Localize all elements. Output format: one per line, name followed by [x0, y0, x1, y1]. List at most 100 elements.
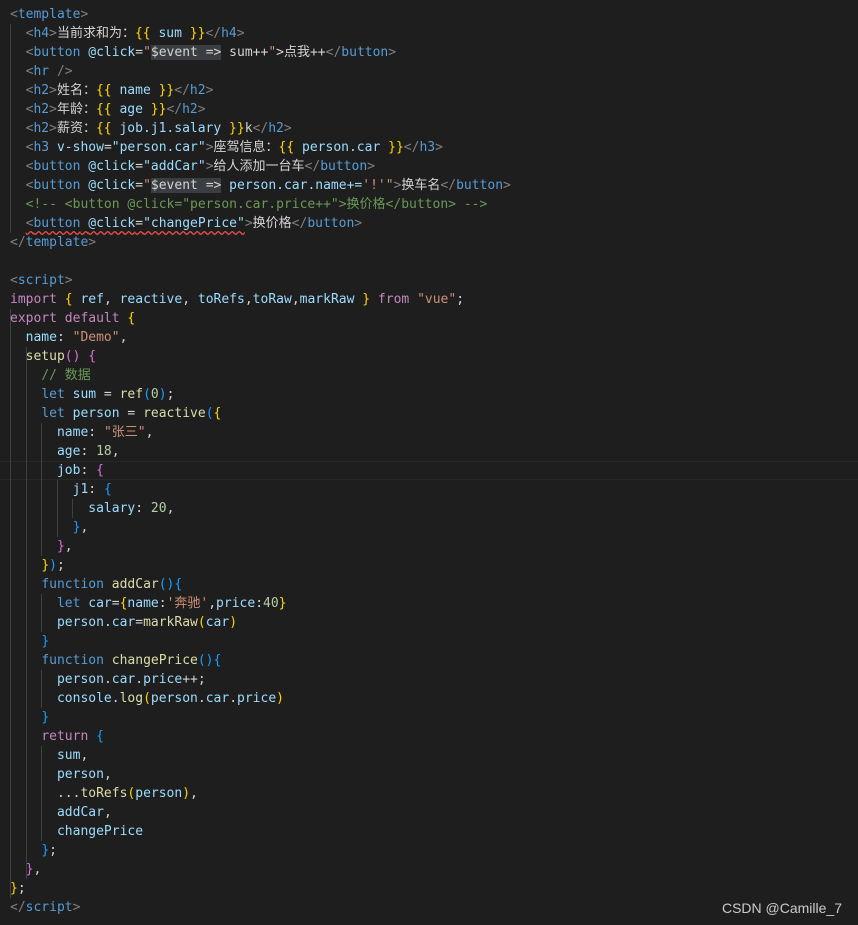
code-token: }}	[150, 83, 175, 98]
code-line[interactable]: job: {	[10, 461, 104, 480]
code-line[interactable]: let car={name:'奔驰',price:40}	[10, 594, 287, 613]
code-line[interactable]: },	[10, 518, 89, 537]
code-token: {{	[278, 140, 303, 155]
code-line[interactable]: addCar,	[10, 803, 112, 822]
code-token: button	[33, 159, 81, 174]
code-line[interactable]: <hr />	[10, 62, 73, 81]
code-line[interactable]: name: "Demo",	[10, 328, 128, 347]
code-token: >	[72, 900, 81, 915]
code-token: // 数据	[41, 368, 91, 383]
code-token: >	[205, 140, 214, 155]
code-line[interactable]: name: "张三",	[10, 423, 153, 442]
code-line[interactable]: <h3 v-show="person.car">座驾信息：{{ person.c…	[10, 138, 443, 157]
code-token: >	[283, 121, 292, 136]
code-token: 座驾信息：	[213, 140, 279, 155]
code-token: </	[10, 235, 26, 250]
code-line[interactable]: <button @click="$event => sum++">点我++</b…	[10, 43, 396, 62]
code-line[interactable]: person.car.price++;	[10, 670, 206, 689]
code-token: ;	[56, 558, 65, 573]
code-token: name	[56, 425, 89, 440]
code-line[interactable]: salary: 20,	[10, 499, 174, 518]
code-line[interactable]: function changePrice(){	[10, 651, 221, 670]
code-line[interactable]: person,	[10, 765, 112, 784]
code-line[interactable]: <template>	[10, 5, 88, 24]
code-line[interactable]: };	[10, 841, 57, 860]
code-line[interactable]: }	[10, 632, 49, 651]
code-token: "	[143, 178, 151, 193]
code-line[interactable]: },	[10, 537, 73, 556]
code-token: person	[56, 615, 104, 630]
code-token: ,	[208, 596, 217, 611]
code-token: @click	[88, 216, 136, 231]
code-line[interactable]: <h2>薪资：{{ job.j1.salary }}k</h2>	[10, 119, 292, 138]
code-line[interactable]: age: 18,	[10, 442, 120, 461]
code-line[interactable]: });	[10, 556, 65, 575]
code-token: >	[354, 216, 363, 231]
code-token: let	[56, 596, 81, 611]
code-token: :	[255, 596, 264, 611]
code-line[interactable]: <h4>当前求和为：{{ sum }}</h4>	[10, 24, 245, 43]
code-token: "addCar"	[143, 159, 206, 174]
code-token: ;	[17, 881, 26, 896]
code-token: =	[111, 596, 120, 611]
code-line[interactable]: <h2>年龄：{{ age }}</h2>	[10, 100, 206, 119]
code-line[interactable]: }	[10, 708, 49, 727]
code-line[interactable]: };	[10, 879, 26, 898]
code-line[interactable]: <button @click="changePrice">换价格</button…	[10, 214, 362, 233]
code-line[interactable]: },	[10, 860, 42, 879]
code-token: }	[278, 596, 287, 611]
code-token: person	[135, 786, 183, 801]
code-token: $event =>	[150, 45, 222, 60]
code-line[interactable]: </template>	[10, 233, 96, 252]
code-token: {	[96, 729, 104, 744]
code-line[interactable]: export default {	[10, 309, 135, 328]
code-token: salary	[88, 501, 136, 516]
code-token: }	[41, 710, 50, 725]
code-line[interactable]: let sum = ref(0);	[10, 385, 174, 404]
code-token: 姓名：	[56, 83, 96, 98]
code-line[interactable]: <button @click="addCar">给人添加一台车</button>	[10, 157, 375, 176]
code-token: (	[205, 406, 214, 421]
code-token: h2	[33, 102, 50, 117]
code-line[interactable]: <!-- <button @click="person.car.price++"…	[10, 195, 488, 214]
code-token: person	[56, 672, 104, 687]
code-line[interactable]: console.log(person.car.price)	[10, 689, 284, 708]
code-token: {	[127, 311, 136, 326]
code-line[interactable]: ...toRefs(person),	[10, 784, 198, 803]
code-token: export	[10, 311, 57, 326]
code-token: :	[158, 596, 167, 611]
code-line[interactable]: let person = reactive({	[10, 404, 221, 423]
code-token: {	[88, 349, 97, 364]
code-line[interactable]: setup() {	[10, 347, 96, 366]
code-line[interactable]: sum,	[10, 746, 88, 765]
code-line[interactable]: person.car=markRaw(car)	[10, 613, 237, 632]
code-line[interactable]: <button @click="$event => person.car.nam…	[10, 176, 511, 195]
code-line[interactable]: // 数据	[10, 366, 91, 385]
code-token: )	[49, 558, 57, 573]
code-token: ,	[33, 862, 42, 877]
code-line[interactable]: j1: {	[10, 480, 112, 499]
code-editor[interactable]: <template> <h4>当前求和为：{{ sum }}</h4> <but…	[0, 0, 858, 925]
code-line[interactable]: import { ref, reactive, toRefs,toRaw,mar…	[10, 290, 464, 309]
code-line[interactable]: changePrice	[10, 822, 143, 841]
code-token: car	[205, 691, 230, 706]
code-token: {{	[95, 83, 120, 98]
code-token: import	[10, 292, 57, 307]
code-line[interactable]: <script>	[10, 271, 73, 290]
code-line[interactable]: </script>	[10, 898, 80, 917]
code-line[interactable]: function addCar(){	[10, 575, 182, 594]
code-line[interactable]: <h2>姓名：{{ name }}</h2>	[10, 81, 214, 100]
code-token: 0	[150, 387, 159, 402]
code-line[interactable]: return {	[10, 727, 104, 746]
